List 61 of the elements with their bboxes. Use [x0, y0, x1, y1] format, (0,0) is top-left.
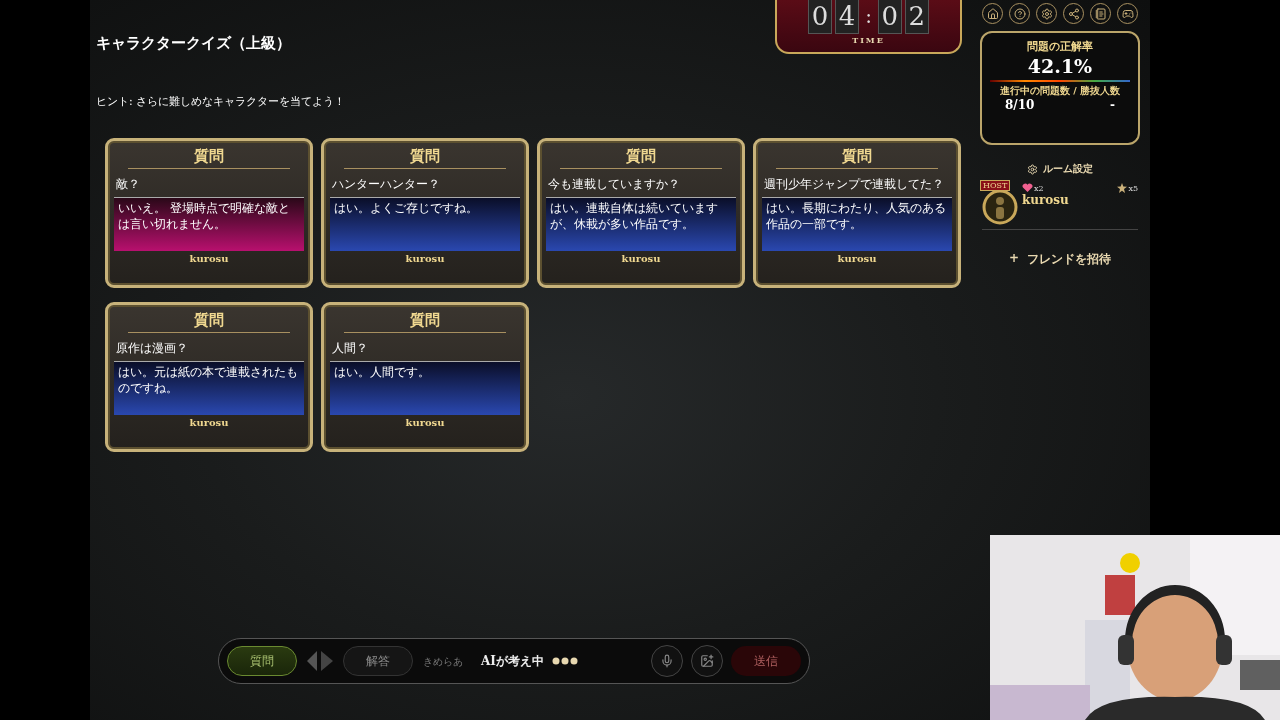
card-heading: 質問 — [344, 147, 506, 169]
author-name: kurosu — [620, 253, 662, 264]
loading-dots-icon — [551, 657, 578, 665]
card-heading: 質問 — [128, 311, 290, 333]
stat-title: 問題の正解率 — [1027, 39, 1093, 54]
accuracy-rate: 42.1% — [1027, 55, 1093, 77]
winners-value: - — [1110, 98, 1115, 112]
mode-tab[interactable]: 質問 — [227, 646, 297, 676]
question-text: 週刊少年ジャンプで連載してた？ — [763, 176, 945, 193]
invite-friend-button[interactable]: + フレンドを招待 — [1002, 250, 1118, 269]
hearts-count: x2 — [1022, 183, 1044, 193]
answer-text: はい。長期にわたり、人気のある作品の一部です。 — [762, 197, 952, 251]
notebook-icon — [1094, 7, 1107, 20]
question-text: 今も連載していますか？ — [547, 176, 681, 193]
hint-text: ヒント: さらに難しめなキャラクターを当てよう！ — [96, 94, 347, 109]
card-heading: 質問 — [344, 311, 506, 333]
timer-digit: 0 — [808, 0, 833, 34]
stat-subtitle: 進行中の問題数 / 勝抜人数 — [999, 85, 1121, 98]
timer-label: TIME — [852, 35, 885, 45]
image-add-icon — [700, 654, 714, 668]
answer-text: はい。よくご存じですね。 — [330, 197, 520, 251]
gear-icon — [1027, 163, 1038, 175]
answer-text: はい。人間です。 — [330, 361, 520, 415]
author-name: kurosu — [836, 253, 878, 264]
gamepad-icon — [1121, 7, 1134, 20]
image-add-button[interactable] — [691, 645, 723, 677]
author-name: kurosu — [188, 253, 230, 264]
message-field[interactable]: きめらあ — [421, 654, 473, 668]
question-text: 人間？ — [331, 340, 369, 357]
card-heading: 質問 — [776, 147, 938, 169]
question-text: ハンターハンター？ — [331, 176, 441, 193]
help-icon — [1013, 7, 1026, 20]
author-name: kurosu — [404, 253, 446, 264]
answer-text: いいえ。 登場時点で明確な敵とは言い切れません。 — [114, 197, 304, 251]
quiz-title: キャラクタークイズ（上級） — [96, 34, 291, 53]
status-text: AIが考え中 — [481, 652, 544, 670]
settings-icon — [1040, 7, 1053, 20]
avatar-icon — [982, 189, 1018, 225]
timer-digit: 4 — [835, 0, 860, 34]
share-icon — [1067, 7, 1080, 20]
answer-text: はい。連載自体は続いていますが、休載が多い作品です。 — [546, 197, 736, 251]
card-heading: 質問 — [128, 147, 290, 169]
microphone-icon — [660, 654, 674, 668]
question-text: 原作は漫画？ — [115, 340, 189, 357]
author-name: kurosu — [404, 417, 446, 428]
question-text: 敵？ — [115, 176, 141, 193]
mode-tab[interactable]: 解答 — [343, 646, 413, 676]
timer-separator: : — [864, 4, 873, 28]
stars-count: x5 — [1117, 183, 1138, 193]
player-name: kurosu — [1022, 193, 1070, 207]
timer-digit: 0 — [877, 0, 902, 34]
microphone-button[interactable] — [651, 645, 683, 677]
timer-digit: 2 — [904, 0, 929, 34]
home-icon — [986, 7, 999, 20]
host-badge: HOST — [980, 180, 1011, 191]
answer-text: はい。元は紙の本で連載されたものですね。 — [114, 361, 304, 415]
progress-value: 8/10 — [1005, 98, 1035, 112]
room-settings-button[interactable]: ルーム設定 — [1021, 161, 1099, 177]
swap-icon[interactable] — [305, 649, 335, 673]
card-heading: 質問 — [560, 147, 722, 169]
author-name: kurosu — [188, 417, 230, 428]
